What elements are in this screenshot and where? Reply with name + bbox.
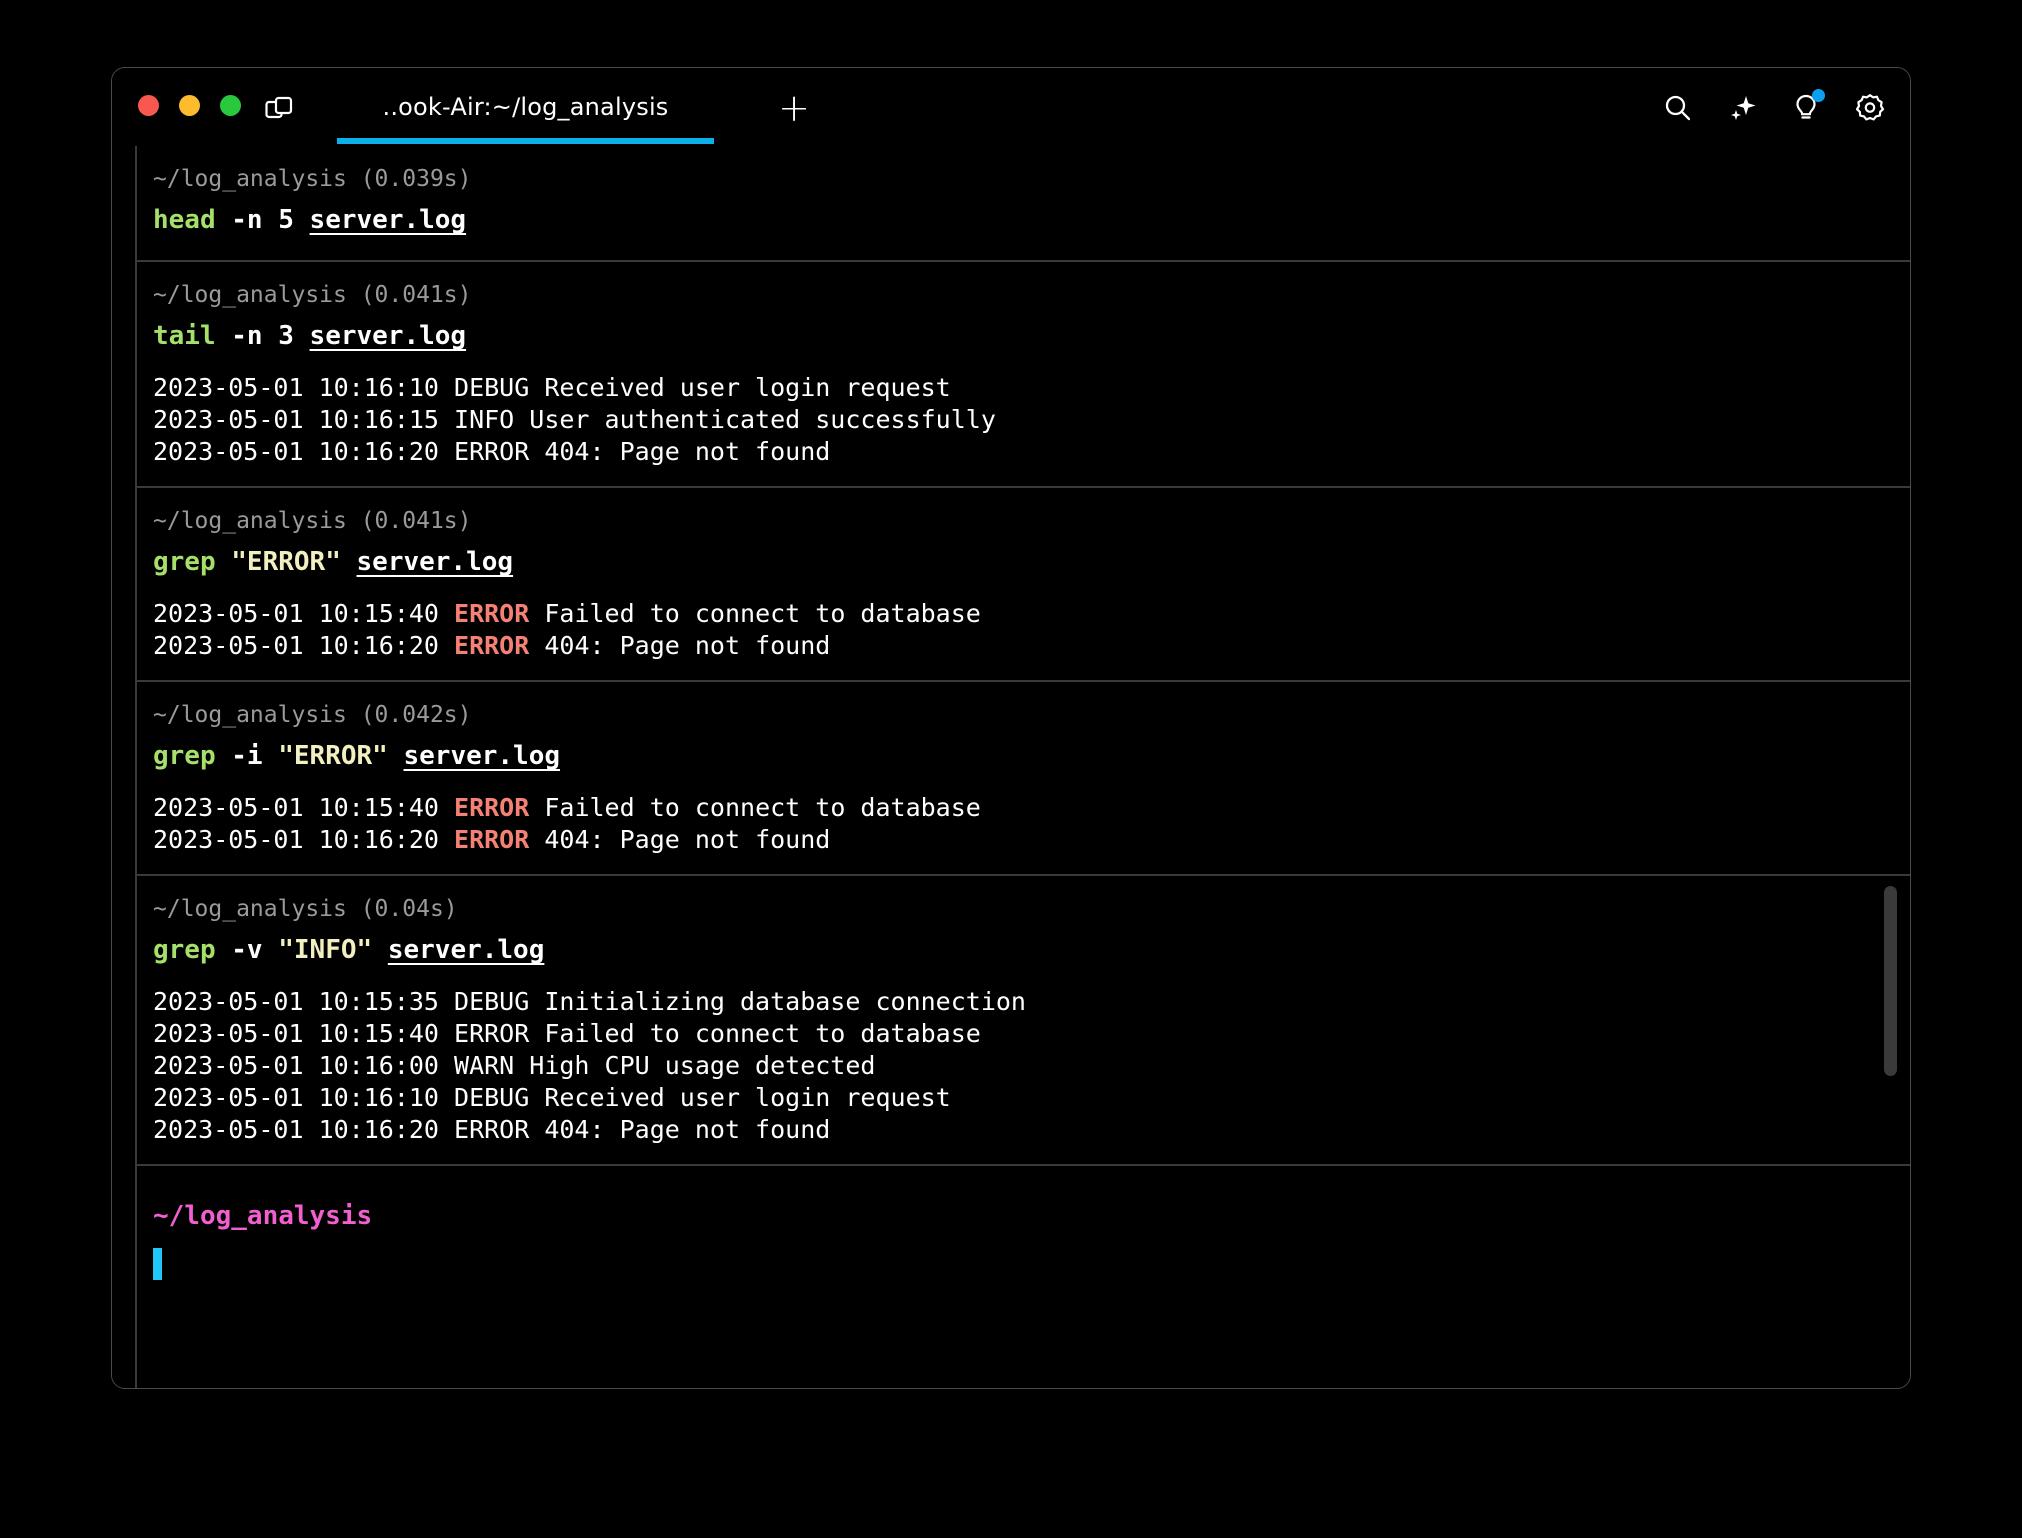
- output-line: 2023-05-01 10:15:40 ERROR Failed to conn…: [146, 598, 1910, 630]
- command-output: 2023-05-01 10:15:40 ERROR Failed to conn…: [146, 598, 1910, 662]
- terminal-body[interactable]: ~/log_analysis (0.039s)head -n 5 server.…: [112, 146, 1910, 1388]
- command-block[interactable]: ~/log_analysis (0.042s)grep -i "ERROR" s…: [136, 682, 1910, 876]
- command-file-link[interactable]: server.log: [310, 321, 467, 351]
- text-cursor[interactable]: [153, 1248, 162, 1280]
- prompt-path: ~/log_analysis: [146, 1194, 1910, 1238]
- command-block[interactable]: ~/log_analysis (0.041s)grep "ERROR" serv…: [136, 488, 1910, 682]
- command-block[interactable]: ~/log_analysis (0.039s)head -n 5 server.…: [136, 146, 1910, 262]
- output-match: ERROR: [454, 825, 529, 854]
- command-name: tail: [153, 321, 216, 351]
- command-file-link[interactable]: server.log: [388, 935, 545, 965]
- command-args: -i: [216, 741, 279, 771]
- command-string: "ERROR": [278, 741, 388, 771]
- command-line[interactable]: grep -i "ERROR" server.log: [146, 734, 1910, 778]
- output-line: 2023-05-01 10:16:20 ERROR 404: Page not …: [146, 824, 1910, 856]
- new-tab-button[interactable]: +: [774, 88, 814, 128]
- command-line[interactable]: grep "ERROR" server.log: [146, 540, 1910, 584]
- notification-badge-dot: [1812, 89, 1825, 102]
- command-output: 2023-05-01 10:15:35 DEBUG Initializing d…: [146, 986, 1910, 1146]
- output-line: 2023-05-01 10:15:40 ERROR Failed to conn…: [146, 792, 1910, 824]
- output-line: 2023-05-01 10:16:15 INFO User authentica…: [146, 404, 1910, 436]
- output-line: 2023-05-01 10:15:35 DEBUG Initializing d…: [146, 986, 1910, 1018]
- block-meta: ~/log_analysis (0.042s): [146, 696, 1910, 734]
- output-line: 2023-05-01 10:16:20 ERROR 404: Page not …: [146, 630, 1910, 662]
- command-name: grep: [153, 741, 216, 771]
- output-line: 2023-05-01 10:16:10 DEBUG Received user …: [146, 372, 1910, 404]
- output-line: 2023-05-01 10:16:20 ERROR 404: Page not …: [146, 1114, 1910, 1146]
- maximize-window-button[interactable]: [220, 95, 241, 116]
- output-match: ERROR: [454, 599, 529, 628]
- tab-log-analysis[interactable]: ..ook-Air:~/log_analysis: [325, 68, 726, 146]
- command-string: "INFO": [278, 935, 372, 965]
- command-name: grep: [153, 935, 216, 965]
- command-name: grep: [153, 547, 216, 577]
- command-blocks: ~/log_analysis (0.039s)head -n 5 server.…: [136, 146, 1910, 1280]
- tab-label: ..ook-Air:~/log_analysis: [382, 93, 668, 121]
- command-line[interactable]: head -n 5 server.log: [146, 198, 1910, 242]
- block-meta: ~/log_analysis (0.039s): [146, 160, 1910, 198]
- minimize-window-button[interactable]: [179, 95, 200, 116]
- command-args: -n 5: [216, 205, 310, 235]
- block-meta: ~/log_analysis (0.041s): [146, 502, 1910, 540]
- lightbulb-icon[interactable]: [1788, 90, 1824, 126]
- sparkle-icon[interactable]: [1724, 90, 1760, 126]
- output-line: 2023-05-01 10:16:10 DEBUG Received user …: [146, 1082, 1910, 1114]
- command-args-2: [388, 741, 404, 771]
- title-bar-actions: [1660, 90, 1888, 126]
- command-args: -n 3: [216, 321, 310, 351]
- command-file-link[interactable]: server.log: [357, 547, 514, 577]
- command-string: "ERROR": [231, 547, 341, 577]
- output-line: 2023-05-01 10:16:20 ERROR 404: Page not …: [146, 436, 1910, 468]
- output-line: 2023-05-01 10:16:00 WARN High CPU usage …: [146, 1050, 1910, 1082]
- command-line[interactable]: tail -n 3 server.log: [146, 314, 1910, 358]
- terminal-window: ..ook-Air:~/log_analysis +: [111, 67, 1911, 1389]
- command-args-2: [341, 547, 357, 577]
- command-block[interactable]: ~/log_analysis (0.04s)grep -v "INFO" ser…: [136, 876, 1910, 1166]
- split-pane-icon[interactable]: [264, 95, 294, 125]
- command-block[interactable]: ~/log_analysis (0.041s)tail -n 3 server.…: [136, 262, 1910, 488]
- vertical-scrollbar[interactable]: [1884, 886, 1897, 1076]
- block-meta: ~/log_analysis (0.041s): [146, 276, 1910, 314]
- active-prompt-block[interactable]: ~/log_analysis: [136, 1166, 1910, 1280]
- output-match: ERROR: [454, 631, 529, 660]
- command-output: 2023-05-01 10:16:10 DEBUG Received user …: [146, 372, 1910, 468]
- command-file-link[interactable]: server.log: [310, 205, 467, 235]
- command-line[interactable]: grep -v "INFO" server.log: [146, 928, 1910, 972]
- block-meta: ~/log_analysis (0.04s): [146, 890, 1910, 928]
- output-match: ERROR: [454, 793, 529, 822]
- command-file-link[interactable]: server.log: [403, 741, 560, 771]
- command-args: [216, 547, 232, 577]
- traffic-lights: [138, 95, 241, 116]
- close-window-button[interactable]: [138, 95, 159, 116]
- search-icon[interactable]: [1660, 90, 1696, 126]
- command-name: head: [153, 205, 216, 235]
- command-args-2: [372, 935, 388, 965]
- command-output: 2023-05-01 10:15:40 ERROR Failed to conn…: [146, 792, 1910, 856]
- title-bar: ..ook-Air:~/log_analysis +: [112, 68, 1910, 146]
- output-line: 2023-05-01 10:15:40 ERROR Failed to conn…: [146, 1018, 1910, 1050]
- command-args: -v: [216, 935, 279, 965]
- tab-active-underline: [337, 138, 714, 144]
- settings-gear-icon[interactable]: [1852, 90, 1888, 126]
